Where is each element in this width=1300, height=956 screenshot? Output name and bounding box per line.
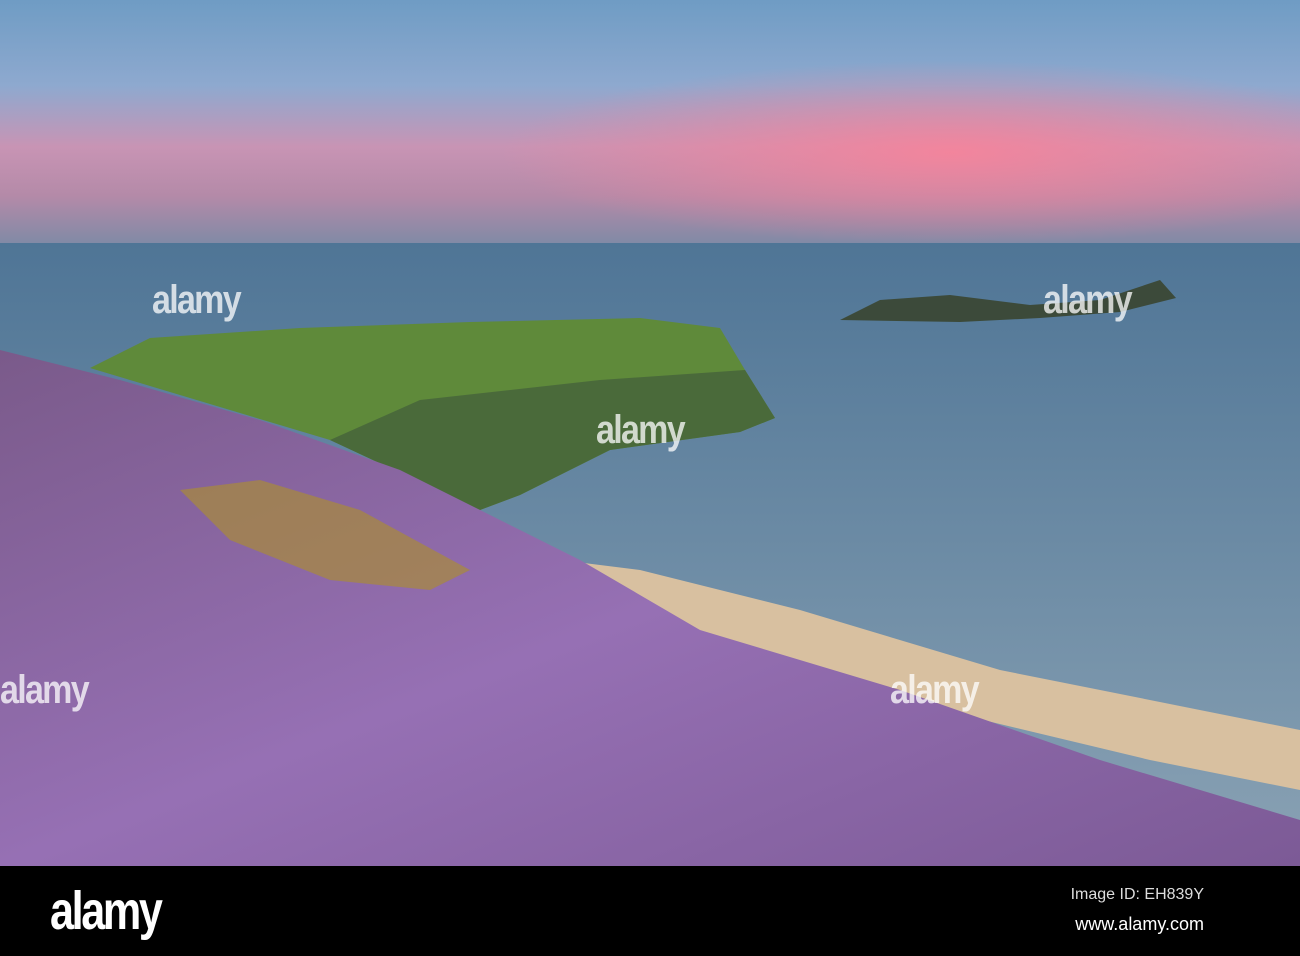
watermark: alamy xyxy=(596,408,686,452)
watermark: alamy xyxy=(0,668,90,712)
watermark: alamy xyxy=(1043,278,1133,322)
watermark: alamy xyxy=(890,668,980,712)
watermark: alamy xyxy=(152,278,242,322)
website-link[interactable]: www.alamy.com xyxy=(1075,914,1204,935)
footer-bar: alamy Image ID: EH839Y www.alamy.com xyxy=(0,866,1300,956)
image-id: Image ID: EH839Y xyxy=(1070,886,1204,903)
alamy-logo: alamy xyxy=(50,881,163,941)
